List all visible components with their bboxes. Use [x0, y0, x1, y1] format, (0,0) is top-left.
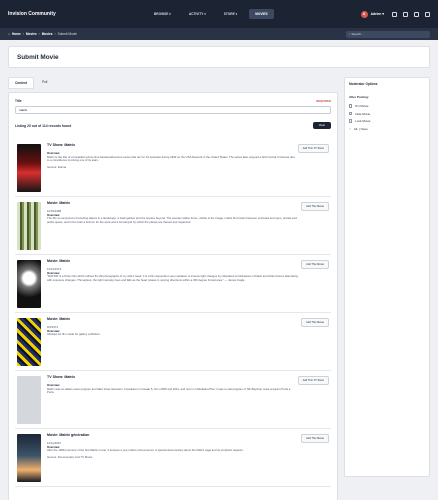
checkbox[interactable]: [349, 111, 353, 116]
checkbox[interactable]: [349, 104, 353, 108]
result-title: Movie: Matrix génération: [47, 433, 90, 437]
result-overview: Matrix is the title of a Canadian prime-…: [47, 154, 295, 163]
result-details: Movie: Matrix 12/31/1973 Overview "MATRI…: [47, 259, 301, 307]
result-overview: After the 1999 premiere of the first Mat…: [47, 448, 244, 453]
add-tv-show-button[interactable]: Add This TV Show: [297, 376, 329, 385]
breadcrumb-movies[interactable]: Movies: [26, 32, 37, 36]
result-details: TV Show: Matrix Overview Matrix is the t…: [47, 143, 298, 191]
result-details: TV Show: Matrix Overview Matrix was an I…: [47, 375, 298, 423]
moderator-option[interactable]: Lock Movie: [349, 119, 425, 123]
required-label: REQUIRED: [316, 99, 331, 103]
poster-image: [17, 434, 41, 482]
add-movie-button[interactable]: Add This Movie: [301, 260, 329, 269]
nav-store[interactable]: STORE ▾: [218, 9, 243, 19]
title-label: Title: [15, 99, 22, 103]
results-list: TV Show: Matrix Overview Matrix is the t…: [15, 139, 331, 487]
breadcrumb: ⌂ Home › Movies › Movies › Submit Movie: [8, 32, 77, 36]
list-item: Movie: Matrix génération 12/11/2023 Over…: [15, 429, 331, 487]
list-item: Movie: Matrix 9/3/1973 Overview Abstract…: [15, 313, 331, 371]
poster-image: [17, 144, 41, 192]
result-overview: Abstract art film made for gallery exhib…: [47, 332, 101, 337]
add-movie-button[interactable]: Add This Movie: [301, 318, 329, 327]
top-icon-group: [392, 11, 430, 17]
form-panel: Title REQUIRED Listing 20 out of 114 rec…: [8, 92, 338, 500]
breadcrumb-home[interactable]: Home: [12, 32, 21, 36]
moderator-column: Moderator Options After Posting: Pin Mov…: [344, 77, 430, 500]
add-movie-button[interactable]: Add This Movie: [301, 434, 329, 443]
breadcrumb-movies-category[interactable]: Movies: [42, 32, 53, 36]
result-details: Movie: Matrix 9/3/1973 Overview Abstract…: [47, 317, 301, 365]
home-icon[interactable]: ⌂: [8, 32, 10, 36]
results-summary: Listing 20 out of 114 records found: [15, 123, 72, 128]
message-icon[interactable]: [403, 11, 408, 17]
username: Adrien ▾: [370, 12, 384, 16]
result-title: TV Show: Matrix: [47, 143, 75, 147]
option-label: Hide Movie: [355, 111, 371, 116]
page-title: Submit Movie: [8, 46, 430, 68]
avatar: A: [360, 10, 368, 18]
form-tabs: Content Poll: [8, 77, 338, 89]
list-item: Movie: Matrix 12/31/1973 Overview "MATRI…: [15, 255, 331, 313]
site-logo[interactable]: Invision Community: [8, 11, 148, 17]
nav-activity[interactable]: ACTIVITY ▾: [183, 9, 212, 19]
main-layout: Content Poll Title REQUIRED Listing 20 o…: [8, 77, 430, 500]
result-overview: "MATRIX is a fiction film which utilizes…: [47, 274, 298, 283]
list-item: TV Show: Matrix Overview Matrix was an I…: [15, 371, 331, 429]
page-content: Submit Movie Content Poll Title REQUIRED…: [0, 40, 438, 500]
result-overview: The film is composed of receding planes …: [47, 216, 297, 225]
result-title: Movie: Matrix: [47, 201, 70, 205]
notification-bell-icon[interactable]: [392, 11, 397, 17]
chevron-right-icon: ›: [54, 32, 56, 36]
result-title: Movie: Matrix: [47, 317, 70, 321]
nav-browse[interactable]: BROWSE ▾: [148, 9, 177, 19]
checkbox[interactable]: [349, 119, 353, 123]
poster-image: [17, 318, 41, 366]
search-placeholder: Search...: [351, 32, 364, 36]
clear-button[interactable]: Clear: [312, 122, 331, 129]
result-genres: Genres: Drama: [47, 165, 67, 170]
tab-content[interactable]: Content: [8, 77, 35, 89]
search-input[interactable]: ⌕ Search...: [346, 30, 430, 38]
moderator-options-title: Moderator Options: [349, 82, 378, 86]
chevron-right-icon: ›: [38, 32, 40, 36]
option-label: Alt. | None: [353, 126, 368, 131]
top-navigation-bar: Invision Community BROWSE ▾ ACTIVITY ▾ S…: [0, 0, 438, 28]
add-movie-button[interactable]: Add This Movie: [301, 202, 329, 211]
result-details: Movie: Matrix génération 12/11/2023 Over…: [47, 433, 301, 481]
settings-icon[interactable]: [425, 11, 430, 17]
list-item: TV Show: Matrix Overview Matrix is the t…: [15, 139, 331, 197]
option-label: Lock Movie: [355, 119, 371, 123]
add-tv-show-button[interactable]: Add This TV Show: [297, 144, 329, 153]
results-header: Listing 20 out of 114 records found Clea…: [15, 122, 331, 129]
tab-poll[interactable]: Poll: [36, 77, 53, 89]
form-column: Content Poll Title REQUIRED Listing 20 o…: [8, 77, 338, 500]
radio-icon[interactable]: ○: [349, 127, 351, 131]
poster-image: [17, 260, 41, 308]
moderator-option[interactable]: ○ Alt. | None: [349, 127, 425, 131]
option-label: Pin Movie: [355, 104, 369, 108]
title-input[interactable]: [15, 106, 331, 114]
report-icon[interactable]: [414, 11, 419, 17]
result-overview: Matrix was an Italian news program and t…: [47, 386, 291, 395]
list-item: Movie: Matrix 12/03/1998 Overview The fi…: [15, 197, 331, 255]
title-field-header: Title REQUIRED: [15, 99, 331, 103]
after-posting-label: After Posting:: [349, 95, 369, 99]
result-details: Movie: Matrix 12/03/1998 Overview The fi…: [47, 201, 301, 249]
user-menu[interactable]: A Adrien ▾: [360, 10, 384, 18]
image-placeholder-icon: [17, 376, 41, 424]
poster-image: [17, 202, 41, 250]
moderator-option[interactable]: Pin Movie: [349, 104, 425, 108]
breadcrumb-bar: ⌂ Home › Movies › Movies › Submit Movie …: [0, 28, 438, 40]
nav-movies[interactable]: MOVIES: [249, 9, 274, 19]
moderator-options-panel: Moderator Options After Posting: Pin Mov…: [344, 77, 430, 477]
result-genres: Genres: Documentary and TV Movie: [47, 455, 93, 460]
result-title: Movie: Matrix: [47, 259, 70, 263]
chevron-right-icon: ›: [22, 32, 24, 36]
result-title: TV Show: Matrix: [47, 375, 75, 379]
breadcrumb-current: Submit Movie: [57, 32, 77, 36]
moderator-option[interactable]: Hide Movie: [349, 112, 425, 116]
main-navigation: BROWSE ▾ ACTIVITY ▾ STORE ▾ MOVIES: [148, 9, 361, 19]
